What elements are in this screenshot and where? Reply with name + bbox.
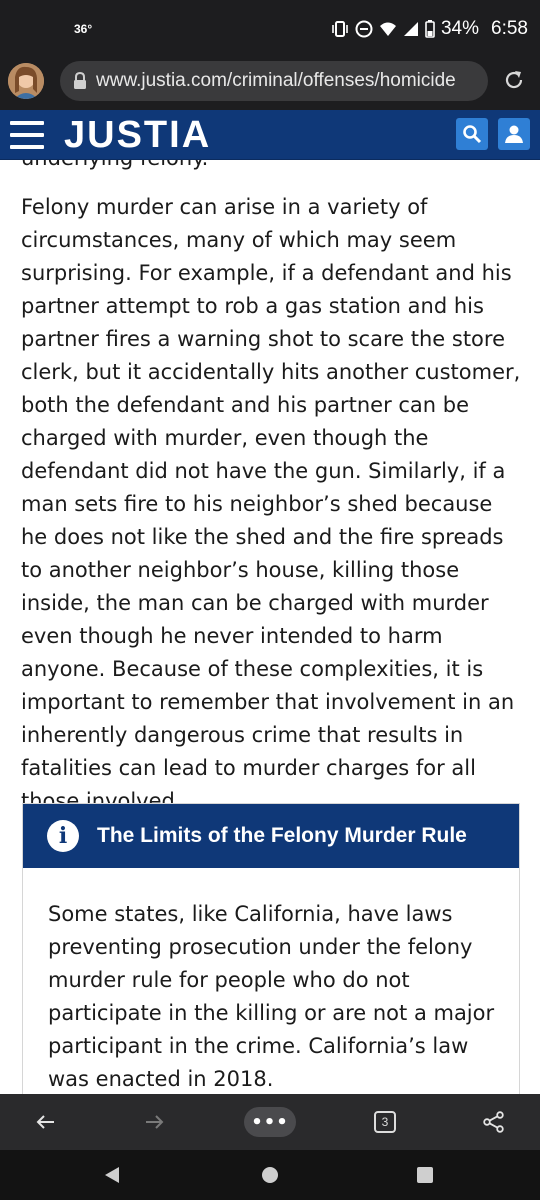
nav-home-icon[interactable] [262, 1167, 278, 1183]
callout-body: Some states, like California, have laws … [48, 902, 495, 1091]
status-icons: 34% 6:58 [331, 16, 528, 42]
menu-icon[interactable] [10, 121, 44, 149]
battery-icon [425, 20, 435, 38]
status-temperature: 36° [74, 22, 93, 36]
vibrate-icon [332, 21, 348, 37]
info-callout: i The Limits of the Felony Murder Rule S… [22, 803, 520, 1094]
browser-toolbar: www.justia.com/criminal/offenses/homicid… [0, 58, 540, 110]
status-bar: 36° 34% 6:58 [0, 0, 540, 58]
profile-avatar[interactable] [8, 63, 44, 99]
cut-off-text: underlying felony. [21, 160, 208, 175]
profile-photo [8, 63, 44, 99]
site-header: JUSTIA [0, 110, 540, 160]
article-content: underlying felony. Felony murder can ari… [0, 160, 540, 1094]
address-bar[interactable]: www.justia.com/criminal/offenses/homicid… [60, 61, 488, 101]
arrow-left-icon [36, 1115, 54, 1129]
lock-icon [74, 72, 86, 89]
user-icon [505, 125, 523, 143]
status-time: 6:58 [491, 18, 528, 39]
reload-icon[interactable] [502, 68, 526, 92]
forward-button[interactable] [140, 1106, 168, 1138]
arrow-right-icon [146, 1115, 164, 1129]
search-icon [463, 125, 482, 144]
nav-back-icon[interactable] [104, 1166, 120, 1184]
tab-switcher-button[interactable]: 3 [374, 1111, 396, 1133]
account-button[interactable] [498, 118, 530, 150]
url-text: www.justia.com/criminal/offenses/homicid… [96, 70, 456, 91]
article-paragraph: Felony murder can arise in a variety of … [21, 195, 521, 813]
browser-bottom-toolbar: ••• 3 [0, 1094, 540, 1150]
system-nav-bar [0, 1150, 540, 1200]
more-menu-button[interactable]: ••• [244, 1107, 296, 1137]
battery-percent: 34% [440, 18, 480, 39]
share-icon [483, 1111, 504, 1133]
nav-recents-icon[interactable] [417, 1167, 433, 1183]
callout-title: The Limits of the Felony Murder Rule [97, 824, 467, 847]
callout-header: i The Limits of the Felony Murder Rule [23, 804, 519, 868]
justia-logo[interactable]: JUSTIA [64, 114, 211, 157]
cell-signal-icon [403, 22, 418, 36]
wifi-icon [379, 22, 396, 36]
info-icon: i [47, 820, 79, 852]
search-button[interactable] [456, 118, 488, 150]
do-not-disturb-icon [355, 20, 373, 38]
share-button[interactable] [482, 1106, 506, 1138]
back-button[interactable] [32, 1106, 60, 1138]
